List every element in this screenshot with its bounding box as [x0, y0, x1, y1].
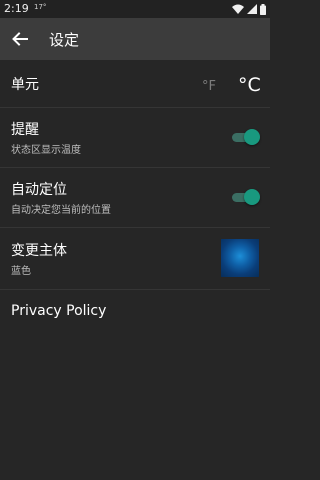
toggle-thumb	[244, 129, 260, 145]
auto-location-setting-row[interactable]: 自动定位 自动决定您当前的位置	[0, 168, 270, 228]
auto-location-toggle[interactable]	[232, 187, 260, 207]
unit-title: 单元	[11, 77, 39, 93]
page-title: 设定	[49, 31, 80, 49]
arrow-left-icon[interactable]	[10, 29, 30, 49]
battery-icon	[260, 3, 266, 15]
wifi-icon	[232, 4, 244, 14]
app-bar: 设定	[0, 18, 270, 60]
theme-subtitle: 蓝色	[11, 266, 31, 277]
status-bar: 2:19 17°	[0, 0, 270, 18]
unit-setting-row: 单元 °F °C	[0, 60, 270, 108]
toggle-thumb	[244, 189, 260, 205]
reminder-title: 提醒	[11, 122, 39, 138]
signal-icon	[247, 4, 257, 14]
theme-color-swatch[interactable]	[221, 239, 259, 277]
auto-location-subtitle: 自动决定您当前的位置	[11, 205, 111, 216]
reminder-subtitle: 状态区显示温度	[11, 145, 81, 156]
status-time: 2:19	[4, 2, 29, 15]
auto-location-title: 自动定位	[11, 182, 67, 198]
unit-celsius-option[interactable]: °C	[238, 74, 261, 96]
theme-setting-row[interactable]: 变更主体 蓝色	[0, 228, 270, 290]
unit-fahrenheit-option[interactable]: °F	[202, 79, 216, 94]
status-temperature: 17°	[34, 3, 47, 11]
privacy-policy-link[interactable]: Privacy Policy	[11, 303, 106, 319]
theme-title: 变更主体	[11, 243, 67, 259]
status-icons	[232, 3, 266, 15]
reminder-setting-row[interactable]: 提醒 状态区显示温度	[0, 108, 270, 168]
reminder-toggle[interactable]	[232, 127, 260, 147]
